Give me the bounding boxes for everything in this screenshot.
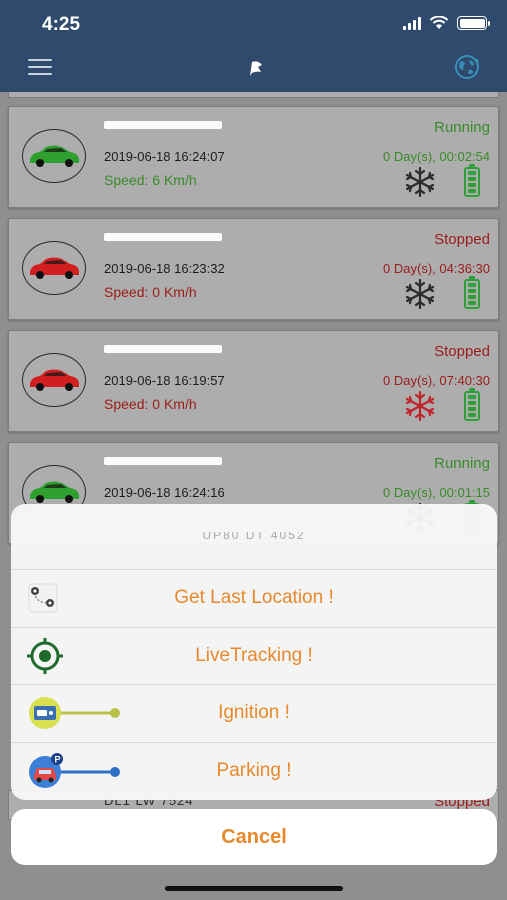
action-sheet: UP80 DT 4052 Get Last Location ! LiveTra…	[11, 504, 497, 800]
plate-redaction	[104, 457, 222, 465]
vehicle-timestamp: 2019-06-18 16:24:16	[104, 485, 225, 500]
battery-level-icon	[464, 276, 480, 309]
parking-button[interactable]: P Parking !	[11, 743, 497, 801]
car-avatar	[22, 353, 86, 407]
plate-redaction	[104, 233, 222, 241]
ac-snowflake-icon	[405, 167, 435, 197]
action-sheet-title: UP80 DT 4052	[11, 504, 497, 570]
battery-level-icon	[464, 164, 480, 197]
vehicle-speed: Speed: 6 Km/h	[104, 172, 197, 188]
plate-redaction	[104, 121, 222, 129]
action-label: Ignition !	[218, 702, 290, 724]
top-bar: 4:25	[0, 0, 507, 92]
vehicle-card[interactable]: UP80 DT 4045 2019-06-18 16:19:57 Speed: …	[8, 330, 499, 432]
wifi-icon	[429, 16, 449, 29]
status-icons	[403, 16, 490, 30]
status-time: 4:25	[42, 14, 81, 35]
car-icon	[30, 369, 79, 391]
vehicle-speed: Speed: 0 Km/h	[104, 284, 197, 300]
vehicle-speed: Speed: 0 Km/h	[104, 396, 197, 412]
globe-refresh-icon[interactable]	[452, 52, 482, 82]
map-route-icon	[28, 583, 58, 613]
action-label: LiveTracking !	[195, 644, 313, 666]
home-indicator[interactable]	[165, 886, 343, 891]
car-avatar	[22, 241, 86, 295]
vehicle-timestamp: 2019-06-18 16:19:57	[104, 373, 225, 388]
vehicle-card[interactable]: HR70 C 3569 2019-06-18 16:24:07 Speed: 6…	[8, 106, 499, 208]
ignition-button[interactable]: Ignition !	[11, 685, 497, 743]
live-tracking-button[interactable]: LiveTracking !	[11, 628, 497, 685]
ignition-key-icon	[29, 697, 120, 730]
vehicle-status: Stopped	[434, 343, 490, 360]
get-last-location-button[interactable]: Get Last Location !	[11, 570, 497, 628]
vehicle-card[interactable]: DL8 CW 7042 2019-06-18 16:23:32 Speed: 0…	[8, 218, 499, 320]
vehicle-duration: 0 Day(s), 04:36:30	[383, 261, 490, 276]
cancel-button[interactable]: Cancel	[11, 809, 497, 865]
car-icon	[30, 145, 79, 167]
target-icon	[27, 637, 63, 674]
previous-card-edge	[8, 92, 499, 98]
plate-redaction	[104, 345, 222, 353]
vehicle-duration: 0 Day(s), 07:40:30	[383, 373, 490, 388]
vehicle-status: Running	[434, 119, 490, 136]
battery-icon	[457, 16, 490, 30]
ac-snowflake-icon	[405, 391, 435, 421]
vehicle-timestamp: 2019-06-18 16:24:07	[104, 149, 225, 164]
vehicle-status: Stopped	[434, 231, 490, 248]
car-icon	[30, 481, 79, 503]
vehicle-duration: 0 Day(s), 00:02:54	[383, 149, 490, 164]
ac-snowflake-icon	[405, 279, 435, 309]
cellular-signal-icon	[403, 16, 421, 30]
action-label: Get Last Location !	[174, 587, 334, 609]
hamburger-menu-icon[interactable]	[28, 59, 52, 75]
parking-car-icon: P	[29, 753, 120, 789]
car-avatar	[22, 129, 86, 183]
vehicle-duration: 0 Day(s), 00:01:15	[383, 485, 490, 500]
svg-text:P: P	[55, 755, 61, 765]
app-logo-icon	[250, 61, 262, 76]
car-icon	[30, 257, 79, 279]
vehicle-timestamp: 2019-06-18 16:23:32	[104, 261, 225, 276]
action-label: Parking !	[216, 760, 292, 782]
vehicle-status: Running	[434, 455, 490, 472]
battery-level-icon	[464, 388, 480, 421]
